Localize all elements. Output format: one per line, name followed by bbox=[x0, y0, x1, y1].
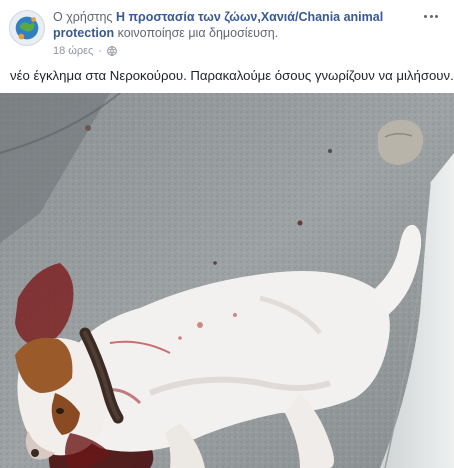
globe-icon[interactable] bbox=[107, 46, 117, 56]
photo-illustration bbox=[0, 93, 454, 468]
page-logo-icon bbox=[10, 11, 44, 45]
post-meta: 18 ώρες · bbox=[53, 45, 117, 57]
header-prefix: Ο χρήστης bbox=[53, 10, 113, 24]
post-header: Ο χρήστης Η προστασία των ζώων,Χανιά/Cha… bbox=[0, 0, 454, 62]
shared-action-text: κοινοποίησε μια δημοσίευση. bbox=[117, 26, 279, 40]
more-dot bbox=[424, 14, 428, 18]
post-timestamp[interactable]: 18 ώρες bbox=[53, 45, 93, 57]
meta-separator: · bbox=[98, 45, 103, 57]
more-dot bbox=[429, 14, 433, 18]
post-photo[interactable] bbox=[0, 93, 454, 468]
more-options-icon[interactable] bbox=[422, 8, 440, 24]
page-avatar[interactable] bbox=[9, 10, 45, 46]
more-dot bbox=[434, 14, 438, 18]
post-header-text: Ο χρήστης Η προστασία των ζώων,Χανιά/Cha… bbox=[53, 9, 413, 41]
post-text: νέο έγκλημα στα Νεροκούρου. Παρακαλούμε … bbox=[10, 68, 454, 83]
